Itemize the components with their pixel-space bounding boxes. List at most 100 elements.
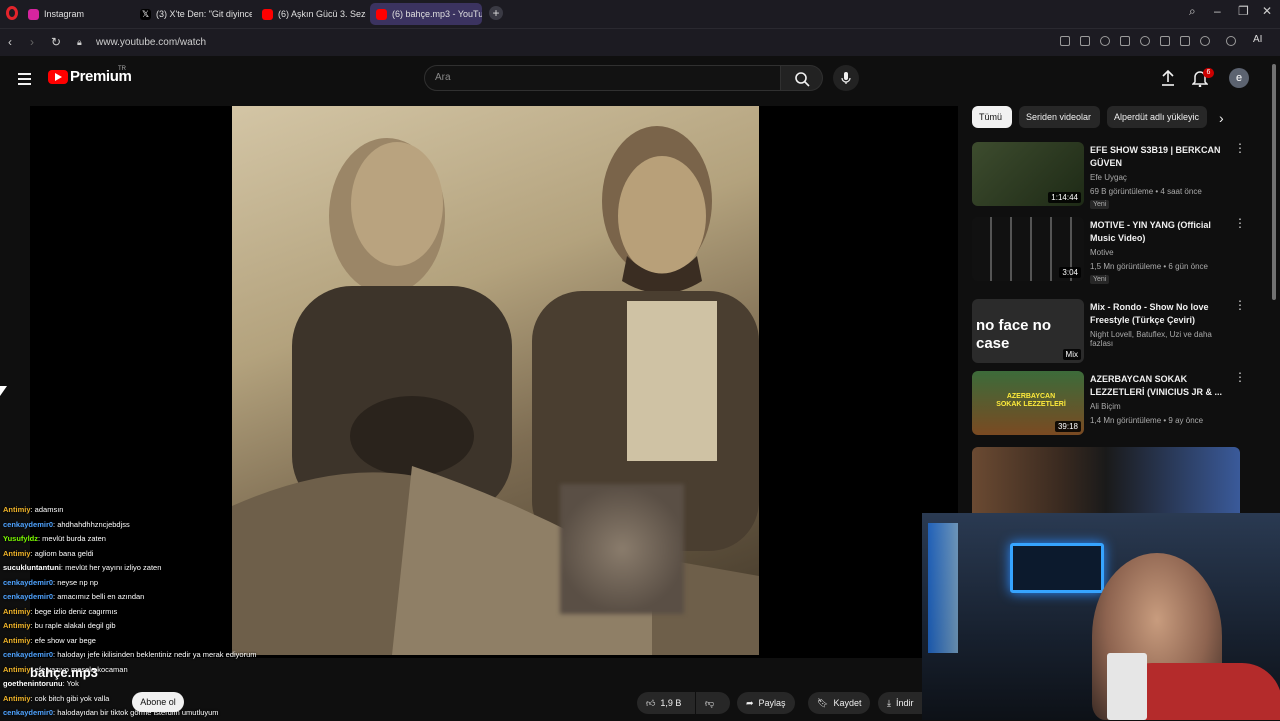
camera-icon[interactable] [1080,36,1090,46]
channel-name: Night Lovell, Batuflex, Uzi ve daha fazl… [1090,330,1212,348]
video-thumbnail: 1:14:44 [972,142,1084,206]
chat-username: Antimiy [3,693,31,703]
chat-message: cenkaydemir0: amacımız belli en azından [3,590,303,605]
close-button[interactable]: ✕ [1262,4,1272,18]
thumbnail-text: no face no case [976,317,1052,352]
mouse-cursor-icon [0,386,7,396]
streamer-webcam [922,513,1280,720]
voice-search-button[interactable] [833,65,859,91]
cup [1107,653,1147,720]
youtube-header: Premium TR Ara 6 e [0,56,1280,100]
opera-logo-icon[interactable] [6,6,18,20]
x-logo-icon: 𝕏 [140,8,151,20]
maximize-button[interactable]: ❐ [1238,4,1249,18]
video-frame-photo [232,106,759,655]
neon-light [928,523,958,653]
chat-username: cenkaydemir0 [3,519,54,529]
share-icon: ➦ [746,697,754,708]
chip-uploader-videos[interactable]: Alperdüt adlı yükleyic [1107,106,1207,128]
notification-count-badge: 6 [1203,68,1214,78]
more-options-icon[interactable]: ⋮ [1234,371,1246,383]
save-label: Kaydet [833,698,862,708]
browser-tab-bar: Instagram 𝕏 (3) X'te Den: "Git diyince g… [0,0,1280,28]
tab-label: (6) bahçe.mp3 - YouTu [392,9,482,19]
chat-message: cenkaydemir0: neyse np np [3,576,303,591]
chip-series-videos[interactable]: Seriden videolar [1019,106,1100,128]
subscribe-button[interactable]: Abone ol [132,692,184,712]
blurred-region [560,484,684,614]
minimize-button[interactable]: – [1214,4,1221,18]
video-title: EFE SHOW S3B19 | BERKCAN GÜVEN [1090,145,1221,168]
profile-icon[interactable] [1200,36,1210,46]
account-avatar[interactable]: e [1229,68,1249,88]
video-meta: 1,4 Mn görüntüleme • 9 ay önce [1090,416,1204,425]
chat-username: cenkaydemir0 [3,708,54,717]
youtube-logo-icon[interactable] [48,70,68,84]
chat-username: Yusufyldz [3,534,39,543]
url-field[interactable]: www.youtube.com/watch [96,37,206,48]
more-options-icon[interactable]: ⋮ [1234,142,1246,154]
chat-username: Antimiy [3,664,31,674]
more-options-icon[interactable]: ⋮ [1234,299,1246,311]
like-button[interactable]: 👍︎ 1,9 B [637,692,695,714]
new-tab-button[interactable]: + [489,6,503,20]
heart-icon[interactable] [1140,36,1150,46]
scrollbar[interactable] [1272,64,1276,300]
tab-youtube-bahce[interactable]: (6) bahçe.mp3 - YouTu [370,3,482,25]
shield-icon[interactable] [1100,36,1110,46]
tab-instagram[interactable]: Instagram [22,3,130,25]
download-icon[interactable] [1160,36,1170,46]
chevron-right-icon[interactable]: › [1219,110,1224,126]
edit-icon[interactable] [1060,36,1070,46]
tab-x[interactable]: 𝕏 (3) X'te Den: "Git diyince g [134,3,252,25]
search-tabs-icon[interactable]: ⌕ [1189,4,1196,19]
video-thumbnail[interactable] [972,447,1240,513]
more-options-icon[interactable]: ⋮ [1234,217,1246,229]
recommendation-item[interactable]: no face no case Mix Mix - Rondo - Show N… [972,299,1252,367]
reload-icon[interactable]: ↻ [51,35,61,49]
save-button[interactable]: 🔖︎ Kaydet [808,692,871,714]
dislike-button[interactable]: 👎︎ [696,692,730,714]
instagram-icon [28,8,39,20]
chat-text: : efe show var bege [30,635,96,645]
back-icon[interactable]: ‹ [8,35,12,49]
forward-icon[interactable]: › [30,35,34,49]
chat-message: Yusufyldz: mevlüt burda zaten [3,532,303,547]
chat-text: : adamsın [30,505,64,514]
bookmark-icon: 🔖︎ [817,697,829,708]
chat-message: sucukluntantuni: mevlüt her yayını izliy… [3,561,303,576]
menu-icon[interactable] [1180,36,1190,46]
chat-text: : bege izlio deniz cagırmıs [30,606,118,616]
channel-name: Efe Uygaç [1090,173,1127,182]
play-icon[interactable] [1120,36,1130,46]
neon-sign [1010,543,1104,593]
upload-button[interactable] [1160,69,1176,92]
tab-youtube-askin-gucu[interactable]: (6) Aşkın Gücü 3. Sezon 2 [256,3,366,25]
share-button[interactable]: ➦ Paylaş [737,692,795,714]
new-badge: Yeni [1090,200,1110,209]
channel-name: Ali Biçim [1090,402,1121,411]
live-chat-overlay: Antimiy: adamsın cenkaydemir0: ahdhahdhhz… [3,503,303,721]
search-button[interactable] [781,65,823,91]
mix-thumbnail: no face no case Mix [972,299,1084,363]
download-button[interactable]: ⤓ İndir [878,692,922,714]
chat-text: : bu raple alakalı degil gib [30,621,116,630]
video-meta: 69 B görüntüleme • 4 saat önce [1090,187,1202,196]
chat-username: goethenintorunu [3,679,63,688]
chat-text: : mevlüt her yayını izliyo zaten [60,563,162,572]
chat-username: Antimiy [3,548,31,558]
video-thumbnail: 3:04 [972,217,1084,281]
extension-icon[interactable] [1226,36,1236,46]
recommendation-item[interactable]: 3:04 MOTIVE - YIN YANG (Official Music V… [972,217,1252,285]
recommendation-item[interactable]: AZERBAYCAN SOKAK LEZZETLERİ 39:18 AZERBA… [972,371,1252,439]
channel-name: Motive [1090,248,1114,257]
ai-button[interactable]: AI [1253,34,1262,45]
video-meta: 1,5 Mn görüntüleme • 6 gün önce [1090,262,1208,271]
mix-label: Mix [1062,349,1081,360]
upload-icon [1162,69,1174,86]
recommendation-item[interactable]: 1:14:44 EFE SHOW S3B19 | BERKCAN GÜVEN E… [972,142,1252,210]
chip-all[interactable]: Tümü [972,106,1012,128]
search-input[interactable]: Ara [424,65,781,91]
chat-username: Antimiy [3,505,31,514]
menu-hamburger-icon[interactable] [18,70,31,88]
